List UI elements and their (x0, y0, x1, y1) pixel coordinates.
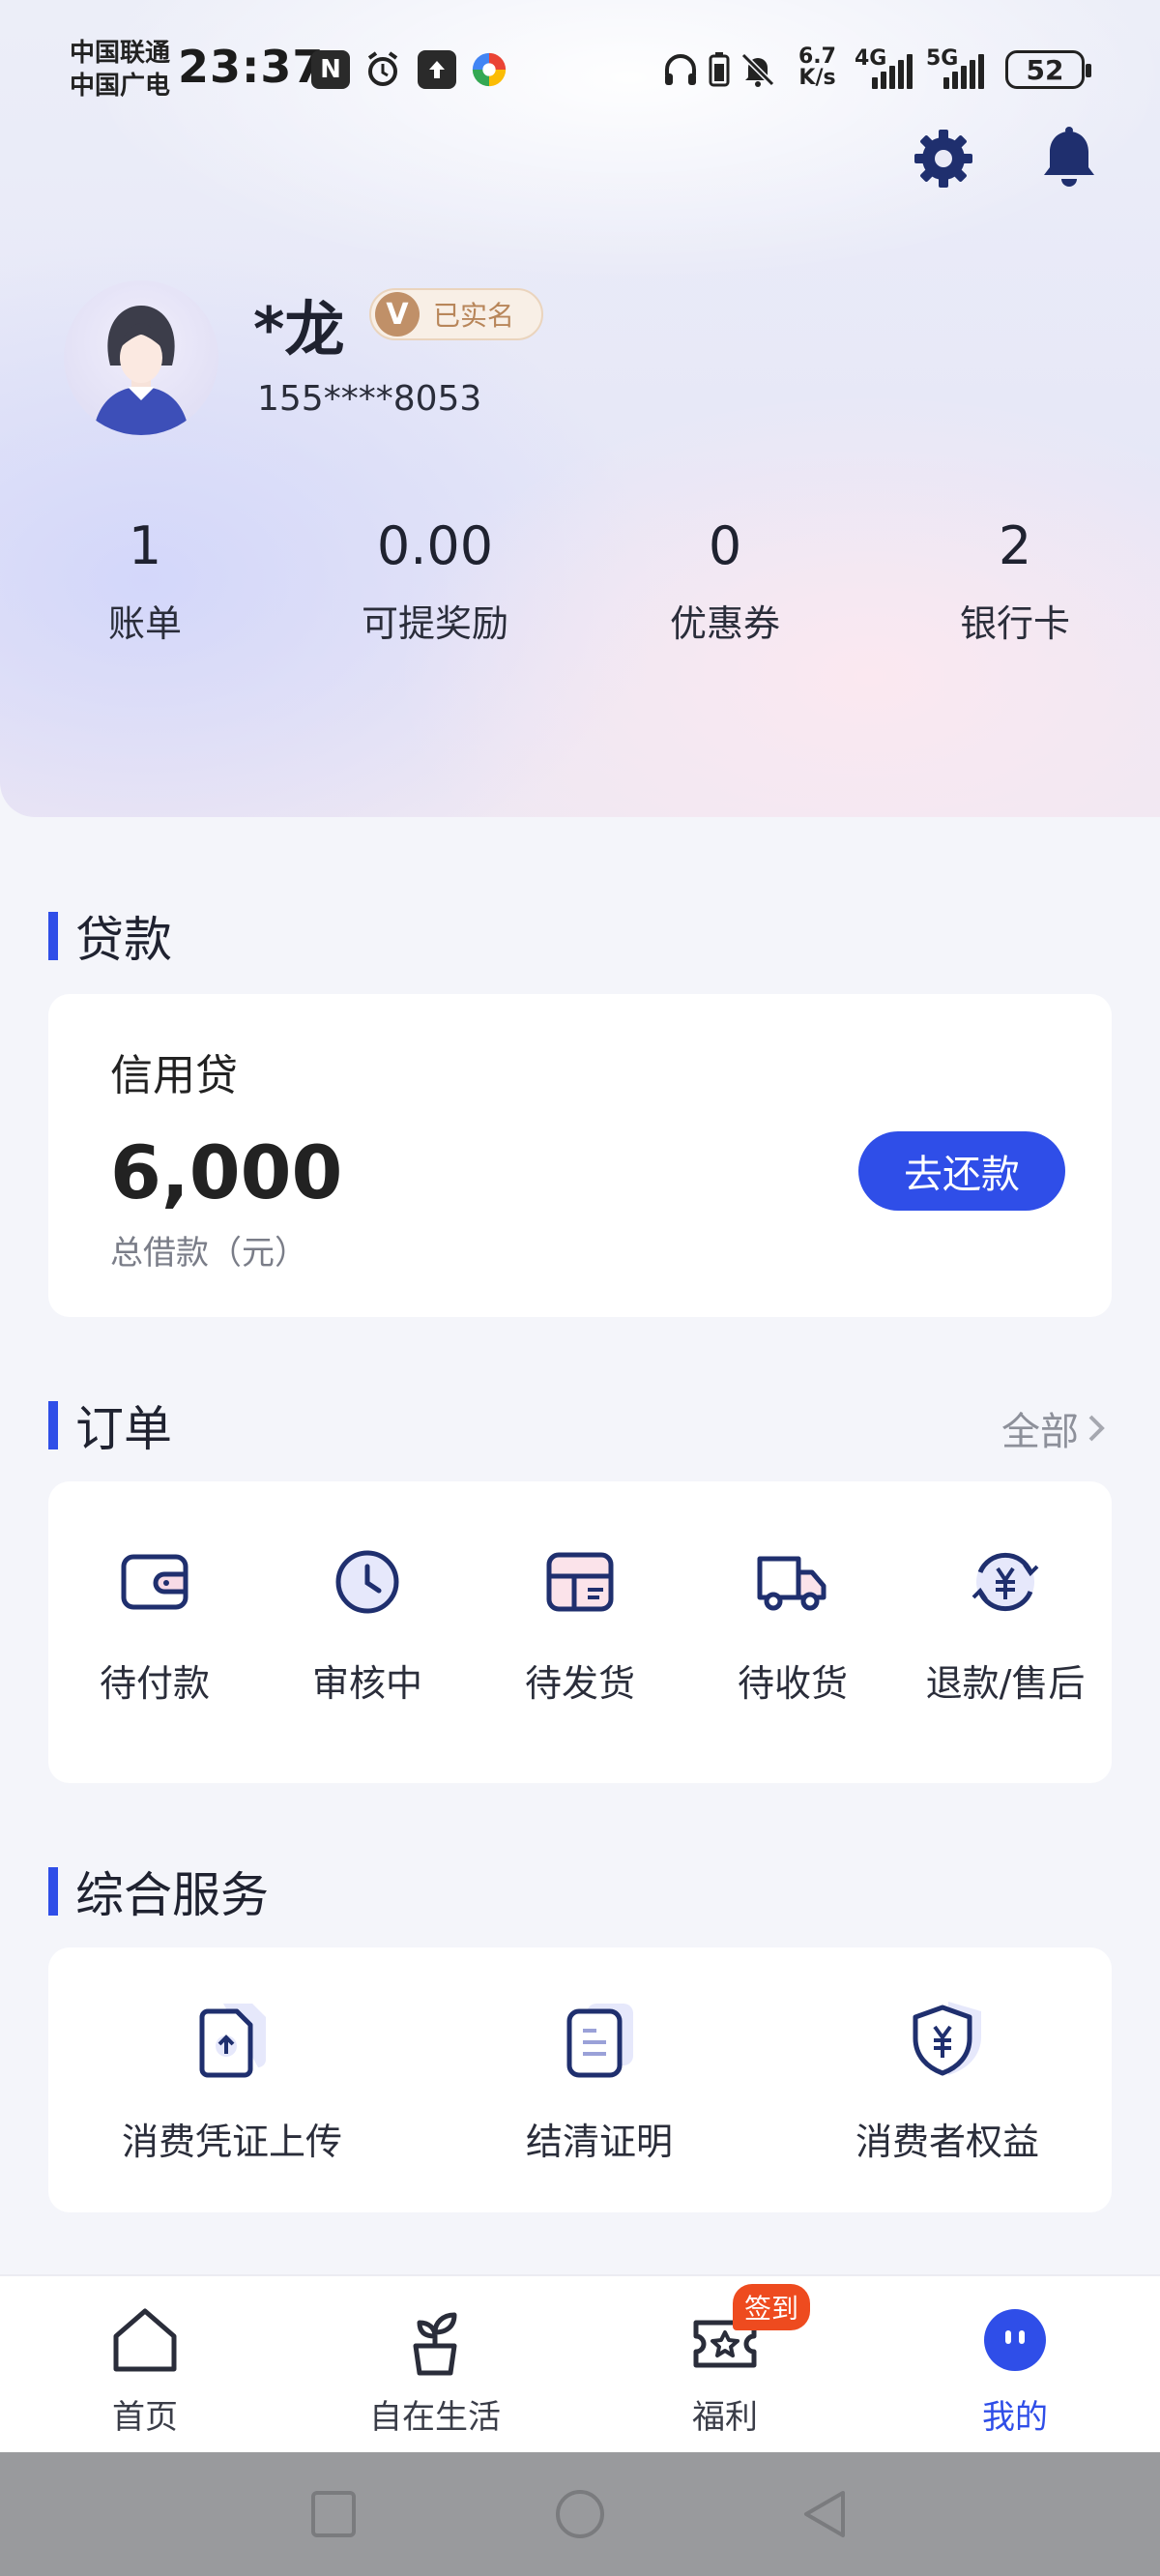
stat-bank-cards[interactable]: 2 银行卡 (870, 512, 1160, 647)
user-name: *龙 (253, 294, 345, 365)
service-card: 消费凭证上传 结清证明 消费者权益 (48, 1947, 1112, 2212)
loan-amount-label: 总借款（元） (110, 1234, 307, 1273)
alarm-icon (363, 50, 402, 89)
battery-icon: 52 (1005, 50, 1091, 89)
section-accent-bar (48, 1401, 58, 1449)
service-settlement-certificate[interactable]: 结清证明 (416, 1996, 783, 2165)
clock-icon (329, 1543, 406, 1621)
plant-icon (394, 2299, 476, 2381)
back-nav-icon[interactable] (798, 2485, 853, 2543)
settings-icon[interactable] (909, 124, 978, 193)
section-accent-bar (48, 1867, 58, 1916)
verified-v-icon: V (375, 292, 420, 337)
bell-icon[interactable] (1034, 124, 1104, 193)
user-phone: 155****8053 (257, 379, 482, 419)
order-pending-receipt[interactable]: 待收货 (686, 1543, 899, 1707)
carrier-labels: 中国联通 中国广电 (70, 39, 171, 101)
system-navigation-bar (0, 2452, 1160, 2576)
order-status-row: 待付款 审核中 待发货 待收货 退款/售后 (48, 1543, 1112, 1707)
stat-bills[interactable]: 1 账单 (0, 512, 290, 647)
loan-amount: 6,000 (110, 1129, 343, 1215)
mute-icon (739, 50, 777, 89)
truck-icon (754, 1543, 831, 1621)
loan-section-title: 贷款 (48, 901, 172, 971)
bottom-tab-bar: 首页 自在生活 签到 福利 我的 (0, 2274, 1160, 2452)
stat-coupons[interactable]: 0 优惠券 (580, 512, 870, 647)
order-card: 待付款 审核中 待发货 待收货 退款/售后 (48, 1481, 1112, 1783)
document-icon (556, 1996, 643, 2083)
wallet-icon (116, 1543, 193, 1621)
home-nav-icon[interactable] (553, 2485, 607, 2543)
package-icon (541, 1543, 619, 1621)
sign-in-badge: 签到 (733, 2284, 811, 2330)
battery-saver-icon (700, 50, 739, 89)
order-under-review[interactable]: 审核中 (261, 1543, 474, 1707)
service-section-title: 综合服务 (48, 1857, 269, 1926)
refund-icon (967, 1543, 1044, 1621)
verified-label: 已实名 (433, 300, 515, 332)
face-icon (974, 2299, 1056, 2381)
order-pending-payment[interactable]: 待付款 (48, 1543, 261, 1707)
home-icon (104, 2299, 186, 2381)
section-accent-bar (48, 912, 58, 960)
verified-badge: V 已实名 (369, 288, 543, 340)
sim1-signal-icon (872, 54, 913, 89)
headphones-icon (661, 50, 700, 89)
loan-product-name: 信用贷 (110, 1051, 238, 1100)
app-notification-icon (470, 50, 508, 89)
tab-welfare[interactable]: 签到 福利 (580, 2276, 870, 2452)
avatar[interactable] (64, 280, 218, 435)
upload-document-icon (188, 1996, 276, 2083)
stat-withdrawable-rewards[interactable]: 0.00 可提奖励 (290, 512, 580, 647)
account-stats: 1 账单 0.00 可提奖励 0 优惠券 2 银行卡 (0, 512, 1160, 647)
service-consumer-rights[interactable]: 消费者权益 (783, 1996, 1112, 2165)
network-speed: 6.7 K/s (798, 44, 836, 90)
tab-life[interactable]: 自在生活 (290, 2276, 580, 2452)
recent-apps-icon[interactable] (309, 2485, 358, 2543)
upload-status-icon (418, 50, 456, 89)
shield-yen-icon (904, 1996, 991, 2083)
sim2-signal-icon (943, 54, 984, 89)
order-pending-shipment[interactable]: 待发货 (474, 1543, 686, 1707)
status-time: 23:37 (178, 41, 325, 93)
view-all-orders-link[interactable]: 全部 (1001, 1400, 1112, 1456)
tab-mine[interactable]: 我的 (870, 2276, 1160, 2452)
order-section-title: 订单 (48, 1390, 172, 1460)
order-refund-after-sale[interactable]: 退款/售后 (899, 1543, 1112, 1707)
service-receipt-upload[interactable]: 消费凭证上传 (48, 1996, 416, 2165)
service-row: 消费凭证上传 结清证明 消费者权益 (48, 1996, 1112, 2165)
repay-button[interactable]: 去还款 (858, 1131, 1065, 1211)
tab-home[interactable]: 首页 (0, 2276, 290, 2452)
chevron-right-icon (1088, 1415, 1105, 1442)
loan-card[interactable]: 信用贷 6,000 总借款（元） 去还款 (48, 994, 1112, 1317)
nfc-icon: N (311, 50, 350, 89)
status-bar: 中国联通 中国广电 23:37 N 6.7 K/s 4G 5G 52 (0, 0, 1160, 145)
